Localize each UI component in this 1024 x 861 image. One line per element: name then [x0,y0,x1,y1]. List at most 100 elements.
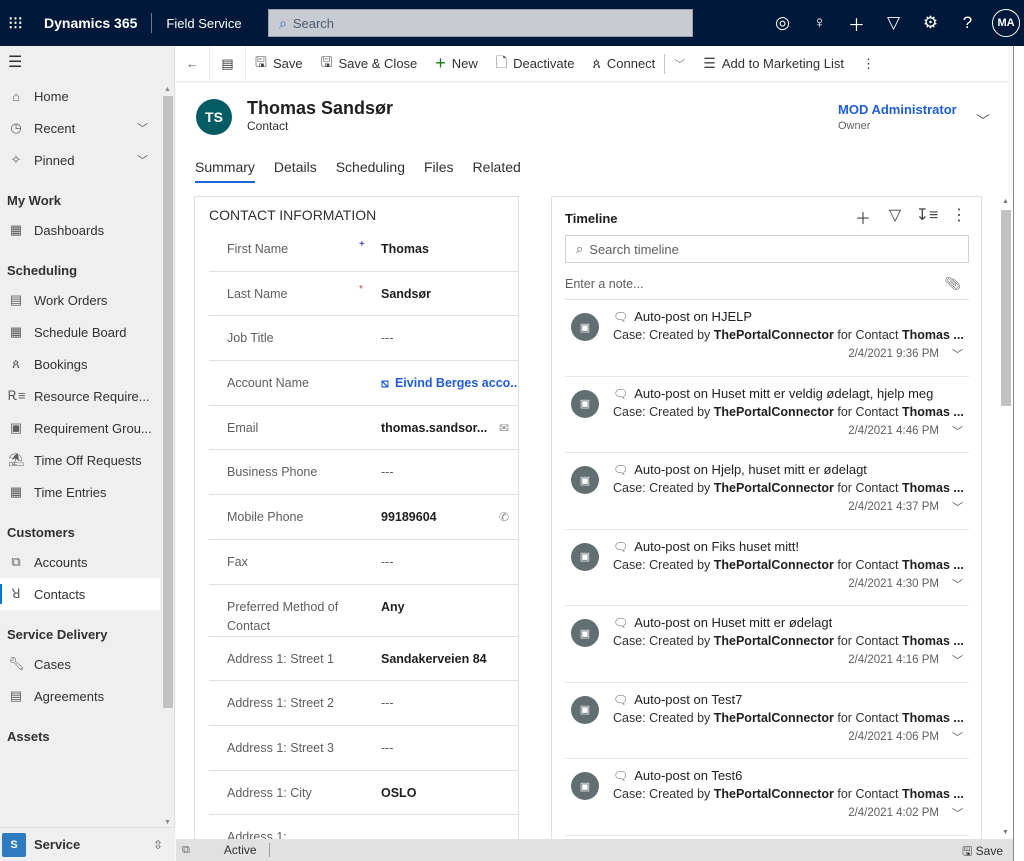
sidebar-item-schedule-board[interactable]: ▦ Schedule Board [0,316,160,348]
contact-name[interactable]: Thomas ... [902,481,964,495]
area-switcher[interactable]: S Service ⇳ [0,827,175,861]
scroll-down-icon[interactable]: ▼ [1002,829,1009,836]
field-value[interactable]: --- [381,696,394,710]
contact-name[interactable]: Thomas ... [902,634,964,648]
email-icon[interactable]: ✉ [499,421,509,435]
field-value[interactable]: OSLO [381,786,416,800]
creator-name[interactable]: ThePortalConnector [714,481,834,495]
timeline-item[interactable]: ▣ 🗨︎ Auto-post on Hjelp, huset mitt er ød… [565,453,969,530]
status-save-button[interactable]: 🖫 Save [962,842,1003,861]
form-selector-button[interactable]: ▤ [210,45,246,82]
connect-dropdown-button[interactable]: ﹀ [665,46,694,82]
plus-icon[interactable]: ＋ [847,205,879,229]
field-value[interactable]: Thomas [381,242,429,256]
chevron-down-icon[interactable]: ﹀ [952,576,963,592]
creator-name[interactable]: ThePortalConnector [714,328,834,342]
timeline-search-input[interactable]: ⌕ Search timeline [565,235,969,263]
lightbulb-icon[interactable]: ♀ [801,13,838,33]
creator-name[interactable]: ThePortalConnector [714,558,834,572]
creator-name[interactable]: ThePortalConnector [714,787,834,801]
form-scrollbar[interactable]: ▲ ▼ [999,196,1013,838]
field-value[interactable]: --- [381,741,394,755]
field-value[interactable]: Sandakerveien 84 [381,652,487,666]
filter-icon[interactable]: ▽ [879,205,911,229]
scrollbar-thumb[interactable] [1001,210,1011,406]
tab-files[interactable]: Files [424,159,454,183]
chevron-down-icon[interactable]: ﹀ [137,152,148,168]
sidebar-item-home[interactable]: ⌂ Home [0,80,160,112]
contact-name[interactable]: Thomas ... [902,787,964,801]
creator-name[interactable]: ThePortalConnector [714,405,834,419]
timeline-item[interactable]: ▣ 🗨︎ Auto-post on Test7 Case: Created by … [565,683,969,759]
contact-name[interactable]: Thomas ... [902,711,964,725]
timeline-item[interactable]: ▣ 🗨︎ Auto-post on Fiks huset mitt! Case: … [565,530,969,606]
sidebar-item-contacts[interactable]: ꓤ Contacts [0,578,160,610]
chevron-down-icon[interactable]: ﹀ [952,346,963,362]
field-value[interactable]: --- [381,465,394,479]
owner-name-link[interactable]: MOD Administrator [838,102,957,117]
help-icon[interactable]: ? [949,13,986,33]
contact-name[interactable]: Thomas ... [902,558,964,572]
sidebar-item-work-orders[interactable]: ▤ Work Orders [0,284,160,316]
chevron-down-icon[interactable]: ﹀ [952,805,963,821]
chevron-down-icon[interactable]: ﹀ [952,729,963,745]
attachment-icon[interactable]: 📎︎ [944,272,961,296]
plus-icon[interactable]: ＋ [838,11,875,36]
sidebar-item-resource-requirements[interactable]: Ꭱ≡ Resource Require... [0,380,160,412]
popout-icon[interactable]: ⧉ [182,844,190,857]
creator-name[interactable]: ThePortalConnector [714,711,834,725]
chevron-down-icon[interactable]: ﹀ [952,652,963,668]
field-value-link[interactable]: ⧅ Eivind Berges acco... [381,376,518,391]
sidebar-scrollbar[interactable]: ▲ ▼ [162,86,174,826]
sidebar-item-pinned[interactable]: ✧ Pinned ﹀ [0,144,160,176]
sidebar-item-time-entries[interactable]: ▦ Time Entries [0,476,160,508]
connect-button[interactable]: ጰ Connect [584,46,665,82]
sidebar-item-time-off-requests[interactable]: ⛱ Time Off Requests [0,444,160,476]
field-value[interactable]: --- [381,331,394,345]
tab-scheduling[interactable]: Scheduling [336,159,405,183]
more-vertical-icon[interactable]: ⋮ [943,205,975,229]
tab-details[interactable]: Details [274,159,317,183]
sidebar-item-agreements[interactable]: ▤ Agreements [0,680,160,712]
field-value[interactable]: 99189604 [381,510,437,524]
sidebar-item-recent[interactable]: ◷ Recent ﹀ [0,112,160,144]
filter-icon[interactable]: ▽ [875,13,912,33]
module-name[interactable]: Field Service [166,16,241,31]
sidebar-item-cases[interactable]: 🔧︎ Cases [0,648,160,680]
scrollbar-thumb[interactable] [163,96,173,708]
creator-name[interactable]: ThePortalConnector [714,634,834,648]
app-launcher-icon[interactable]: ⁝⁝⁝ [0,13,30,34]
hamburger-menu-icon[interactable]: ☰ [0,46,174,80]
global-search-input[interactable]: ⌕ Search [268,9,693,37]
phone-icon[interactable]: ✆ [499,510,509,524]
field-value[interactable]: thomas.sandsor... [381,421,487,435]
chevron-down-icon[interactable]: ﹀ [137,120,148,136]
note-input[interactable]: Enter a note... 📎︎ [565,272,969,300]
scroll-up-icon[interactable]: ▲ [164,86,171,93]
chevron-down-icon[interactable]: ﹀ [952,423,963,439]
scroll-down-icon[interactable]: ▼ [164,819,171,826]
field-value[interactable]: --- [381,555,394,569]
field-value[interactable]: Any [381,600,405,614]
user-avatar[interactable]: MA [992,9,1020,37]
header-expand-chevron-icon[interactable]: ﹀ [976,111,990,131]
sidebar-item-dashboards[interactable]: ▦ Dashboards [0,214,160,246]
more-commands-button[interactable]: ⋮ [853,46,884,82]
timeline-item[interactable]: ▣ 🗨︎ Auto-post on Test6 Case: Created by … [565,759,969,836]
settings-icon[interactable]: ⚙ [912,13,949,33]
back-button[interactable]: ← [176,45,210,82]
timeline-item[interactable]: ▣ 🗨︎ Auto-post on Huset mitt er ødelagt C… [565,606,969,683]
chevron-down-icon[interactable]: ﹀ [952,499,963,515]
timeline-item[interactable]: ▣ 🗨︎ Auto-post on HJELP Case: Created by … [565,300,969,377]
sidebar-item-bookings[interactable]: ጰ Bookings [0,348,160,380]
scroll-up-icon[interactable]: ▲ [1002,198,1009,205]
save-close-button[interactable]: 🖫 Save & Close [312,46,427,82]
sort-icon[interactable]: ↧≡ [911,205,943,229]
timeline-item[interactable]: ▣ 🗨︎ Auto-post on Huset mitt er veldig ød… [565,377,969,453]
save-button[interactable]: 🖫 Save [246,46,312,82]
deactivate-button[interactable]: 🗋 Deactivate [487,46,584,82]
new-button[interactable]: + New [426,46,487,82]
contact-name[interactable]: Thomas ... [902,328,964,342]
tab-related[interactable]: Related [473,159,521,183]
sidebar-item-requirement-groups[interactable]: ▣ Requirement Grou... [0,412,160,444]
